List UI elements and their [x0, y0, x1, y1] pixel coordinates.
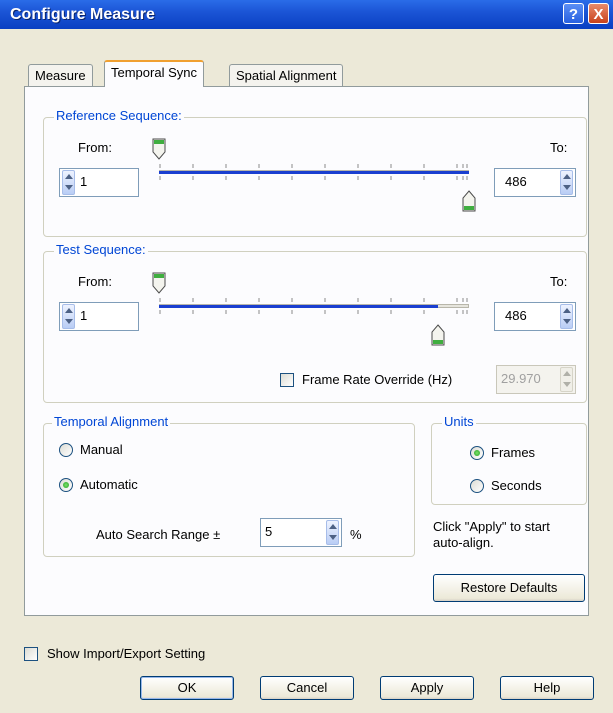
test-to-value: 486 [505, 308, 527, 323]
reference-from-label: From: [78, 140, 112, 155]
frame-rate-spin-buttons[interactable] [560, 367, 573, 392]
apply-hint-text: Click "Apply" to start auto-align. [433, 519, 550, 550]
tab-temporal-sync[interactable]: Temporal Sync [104, 60, 204, 87]
window-title: Configure Measure [10, 6, 155, 23]
seconds-label: Seconds [491, 478, 542, 493]
reference-slider-range [159, 171, 469, 174]
test-from-label: From: [78, 274, 112, 289]
units-group: Units Frames Seconds [431, 414, 587, 505]
search-range-spin-buttons[interactable] [326, 520, 339, 545]
down-pointer-thumb-icon[interactable] [152, 138, 166, 160]
test-from-spinner[interactable]: 1 [59, 302, 139, 331]
frames-radio[interactable] [470, 446, 484, 460]
reference-to-label: To: [550, 140, 568, 155]
test-sequence-group: Test Sequence: From: To: 1 486 Frame Rat… [43, 242, 587, 403]
title-bar[interactable]: Configure Measure ? X [0, 0, 613, 29]
down-pointer-thumb-icon[interactable] [152, 272, 166, 294]
help-title-button[interactable]: ? [563, 3, 584, 24]
show-import-export-checkbox[interactable] [24, 647, 38, 661]
reference-to-spin-buttons[interactable] [560, 170, 573, 195]
temporal-alignment-legend: Temporal Alignment [52, 414, 171, 429]
restore-defaults-button[interactable]: Restore Defaults [433, 574, 585, 602]
show-import-export-label: Show Import/Export Setting [47, 646, 206, 661]
configure-measure-dialog: Configure Measure ? X Measure Temporal S… [0, 0, 613, 713]
up-pointer-thumb-icon[interactable] [431, 324, 445, 346]
frame-rate-override-label: Frame Rate Override (Hz) [302, 372, 453, 387]
reference-to-spinner[interactable]: 486 [494, 168, 576, 197]
temporal-sync-panel: Reference Sequence: From: To: 1 486 Test… [24, 86, 589, 616]
frame-rate-value: 29.970 [501, 371, 541, 386]
test-from-value: 1 [80, 308, 88, 323]
frame-rate-override-checkbox[interactable] [280, 373, 294, 387]
search-range-spinner[interactable]: 5 [260, 518, 342, 547]
search-range-label: Auto Search Range ± [96, 527, 221, 542]
help-button[interactable]: Help [500, 676, 594, 700]
frame-rate-spinner[interactable]: 29.970 [496, 365, 576, 394]
reference-from-spinner[interactable]: 1 [59, 168, 139, 197]
close-x-icon: X [593, 6, 604, 23]
reference-sequence-legend: Reference Sequence: [54, 108, 184, 123]
tab-measure[interactable]: Measure [28, 64, 93, 86]
test-sequence-legend: Test Sequence: [54, 242, 148, 257]
automatic-radio[interactable] [59, 478, 73, 492]
search-range-value: 5 [265, 524, 273, 539]
apply-button[interactable]: Apply [380, 676, 474, 700]
frames-label: Frames [491, 445, 536, 460]
ok-button[interactable]: OK [140, 676, 234, 700]
units-legend: Units [442, 414, 476, 429]
test-from-spin-buttons[interactable] [62, 304, 75, 329]
test-to-label: To: [550, 274, 568, 289]
cancel-button[interactable]: Cancel [260, 676, 354, 700]
automatic-label: Automatic [80, 477, 138, 492]
temporal-alignment-group: Temporal Alignment Manual Automatic Auto… [43, 414, 415, 557]
up-pointer-thumb-icon[interactable] [462, 190, 476, 212]
reference-from-spin-buttons[interactable] [62, 170, 75, 195]
close-button[interactable]: X [588, 3, 609, 24]
manual-label: Manual [80, 442, 123, 457]
manual-radio[interactable] [59, 443, 73, 457]
test-to-spinner[interactable]: 486 [494, 302, 576, 331]
tab-spatial-alignment[interactable]: Spatial Alignment [229, 64, 344, 86]
reference-to-value: 486 [505, 174, 527, 189]
reference-from-value: 1 [80, 174, 88, 189]
test-to-spin-buttons[interactable] [560, 304, 573, 329]
search-range-unit: % [350, 527, 362, 542]
seconds-radio[interactable] [470, 479, 484, 493]
reference-sequence-group: Reference Sequence: From: To: 1 486 [43, 108, 587, 237]
question-mark-icon: ? [568, 6, 579, 23]
test-slider-range [159, 305, 438, 308]
